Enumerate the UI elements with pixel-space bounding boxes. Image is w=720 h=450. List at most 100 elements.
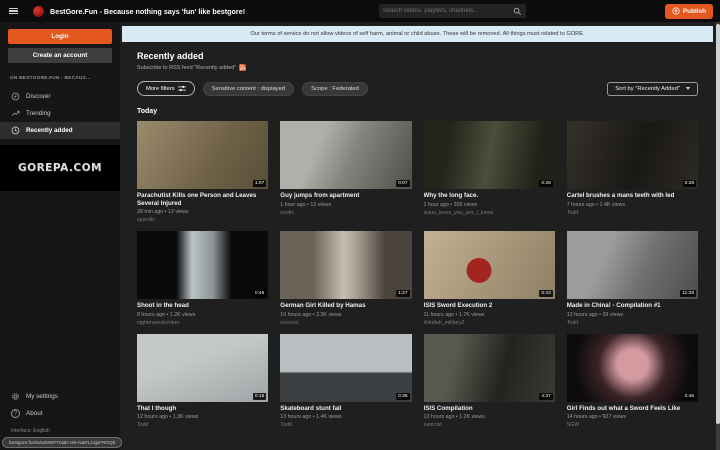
video-meta: 12 hours ago • 1.3K views xyxy=(137,414,268,420)
date-group-label: Today xyxy=(137,108,716,115)
video-meta: 13 hours ago • 1.4K views xyxy=(280,414,411,420)
video-thumbnail[interactable]: 0:46 xyxy=(567,334,698,402)
video-meta: 1 hour ago • 302 views xyxy=(424,202,555,208)
video-thumbnail[interactable]: 0:28 xyxy=(424,121,555,189)
video-thumbnail[interactable]: 4:37 xyxy=(424,334,555,402)
sort-by-dropdown[interactable]: Sort by "Recently Added" xyxy=(607,82,698,96)
app-title: BestGore.Fun - Because nothing says 'fun… xyxy=(50,7,245,16)
video-thumbnail[interactable]: 0:15 xyxy=(137,334,268,402)
video-title[interactable]: Parachutist Kills one Person and Leaves … xyxy=(137,192,268,207)
login-button[interactable]: Login xyxy=(8,29,112,44)
video-card[interactable]: 0:43 ISIS Sword Execution 2 11 hours ago… xyxy=(424,231,555,326)
video-title[interactable]: Skateboard stunt fail xyxy=(280,405,411,413)
duration-badge: 0:46 xyxy=(253,290,266,297)
sidebar-item-about[interactable]: ? About xyxy=(0,405,120,422)
video-meta: 14 hours ago • 927 views xyxy=(567,414,698,420)
video-meta: 10 hours ago • 3.3K views xyxy=(280,312,411,318)
publish-button[interactable]: Publish xyxy=(665,4,713,19)
video-card[interactable]: 0:15 That I though 12 hours ago • 1.3K v… xyxy=(137,334,268,429)
video-card[interactable]: 0:28 Cartel brushes a mans teeth with le… xyxy=(567,121,698,223)
sidebar-item-label: Recently added xyxy=(26,127,73,134)
site-logo-icon[interactable] xyxy=(33,6,44,17)
video-channel[interactable]: nightmareslumber xyxy=(137,320,268,326)
video-thumbnail[interactable]: 0:28 xyxy=(567,121,698,189)
video-meta: 12 hours ago • 39 views xyxy=(567,312,698,318)
video-card[interactable]: 0:46 Shoot in the head 8 hours ago • 1.2… xyxy=(137,231,268,326)
search-icon[interactable] xyxy=(513,7,522,16)
video-channel[interactable]: Todd xyxy=(567,320,698,326)
video-thumbnail[interactable]: 1:07 xyxy=(137,121,268,189)
duration-badge: 0:28 xyxy=(683,180,696,187)
video-card[interactable]: 1:07 Parachutist Kills one Person and Le… xyxy=(137,121,268,223)
duration-badge: 0:07 xyxy=(396,180,409,187)
scrollbar-thumb[interactable] xyxy=(716,24,720,424)
video-card[interactable]: 4:37 ISIS Compilation 13 hours ago • 1.2… xyxy=(424,334,555,429)
compass-icon xyxy=(11,92,20,101)
duration-badge: 0:46 xyxy=(683,393,696,400)
filters-row: More filters Sensitive content : display… xyxy=(137,81,698,96)
video-channel[interactable]: Todd xyxy=(567,210,698,216)
browser-status-url: bestgore.fun/w/aZW97T0iab-znk-NaRL21jpFR… xyxy=(2,437,122,448)
video-title[interactable]: Guy jumps from apartment xyxy=(280,192,411,200)
video-thumbnail[interactable]: 0:46 xyxy=(137,231,268,299)
video-channel[interactable]: Todd xyxy=(280,422,411,428)
video-channel[interactable]: spyrolic xyxy=(137,217,268,223)
video-title[interactable]: Made in China! - Compilation #1 xyxy=(567,302,698,310)
question-icon: ? xyxy=(11,409,20,418)
sidebar-item-my-settings[interactable]: My settings xyxy=(0,388,120,405)
video-thumbnail[interactable]: 0:36 xyxy=(280,334,411,402)
video-card[interactable]: 0:46 Girl Finds out what a Sword Feels L… xyxy=(567,334,698,429)
hamburger-menu-icon[interactable] xyxy=(9,8,18,15)
video-title[interactable]: Cartel brushes a mans teeth with led xyxy=(567,192,698,200)
create-account-button[interactable]: Create an account xyxy=(8,48,112,63)
video-title[interactable]: Shoot in the head xyxy=(137,302,268,310)
video-title[interactable]: ISIS Sword Execution 2 xyxy=(424,302,555,310)
page-scrollbar[interactable] xyxy=(716,22,720,450)
search-input[interactable] xyxy=(383,8,513,14)
video-thumbnail[interactable]: 1:27 xyxy=(280,231,411,299)
scope-filter[interactable]: Scope : Federated xyxy=(302,82,368,96)
video-channel[interactable]: khilafah_military2 xyxy=(424,320,555,326)
video-channel[interactable]: SGW xyxy=(567,422,698,428)
video-card[interactable]: 0:36 Skateboard stunt fail 13 hours ago … xyxy=(280,334,411,429)
video-card[interactable]: 0:28 Why the long face. 1 hour ago • 302… xyxy=(424,121,555,223)
sidebar-item-label: Trending xyxy=(26,110,51,117)
sort-by-label: Sort by "Recently Added" xyxy=(615,86,680,92)
video-channel[interactable]: exorcist xyxy=(280,320,411,326)
sensitive-content-filter[interactable]: Sensitive content : displayed xyxy=(203,82,294,96)
video-thumbnail[interactable]: 0:43 xyxy=(424,231,555,299)
duration-badge: 0:28 xyxy=(539,180,552,187)
video-meta: 11 hours ago • 1.7K views xyxy=(424,312,555,318)
sidebar-item-discover[interactable]: Discover xyxy=(0,88,120,105)
video-title[interactable]: ISIS Compilation xyxy=(424,405,555,413)
video-title[interactable]: That I though xyxy=(137,405,268,413)
video-channel[interactable]: jesus_loves_you_yes_i_know xyxy=(424,210,555,216)
search-bar[interactable] xyxy=(379,4,526,18)
banner-text: GOREPA.COM xyxy=(18,162,102,174)
video-title[interactable]: Why the long face. xyxy=(424,192,555,200)
more-filters-button[interactable]: More filters xyxy=(137,81,195,96)
duration-badge: 0:43 xyxy=(539,290,552,297)
video-meta: 1 hour ago • 12 views xyxy=(280,202,411,208)
sidebar-item-trending[interactable]: Trending xyxy=(0,105,120,122)
sidebar-item-recently-added[interactable]: Recently added xyxy=(0,122,120,139)
video-title[interactable]: Girl Finds out what a Sword Feels Like xyxy=(567,405,698,413)
rss-subscribe-link[interactable]: Subscribe to RSS feed "Recently added" xyxy=(137,64,246,71)
sidebar-ad-banner[interactable]: GOREPA.COM xyxy=(0,145,120,191)
video-grid: 1:07 Parachutist Kills one Person and Le… xyxy=(137,121,698,428)
video-card[interactable]: 0:07 Guy jumps from apartment 1 hour ago… xyxy=(280,121,411,223)
video-thumbnail[interactable]: 0:07 xyxy=(280,121,411,189)
video-meta: 7 hours ago • 1.4K views xyxy=(567,202,698,208)
video-card[interactable]: 11:28 Made in China! - Compilation #1 12… xyxy=(567,231,698,326)
interface-language-label[interactable]: Interface: English xyxy=(11,428,120,434)
video-thumbnail[interactable]: 11:28 xyxy=(567,231,698,299)
video-title[interactable]: German Girl Killed by Hamas xyxy=(280,302,411,310)
video-channel[interactable]: exotic xyxy=(280,210,411,216)
video-channel[interactable]: Todd xyxy=(137,422,268,428)
sidebar-item-label: About xyxy=(26,410,42,417)
video-card[interactable]: 1:27 German Girl Killed by Hamas 10 hour… xyxy=(280,231,411,326)
duration-badge: 0:15 xyxy=(253,393,266,400)
upload-icon xyxy=(672,7,680,15)
trending-icon xyxy=(11,109,20,118)
video-channel[interactable]: exorcist xyxy=(424,422,555,428)
